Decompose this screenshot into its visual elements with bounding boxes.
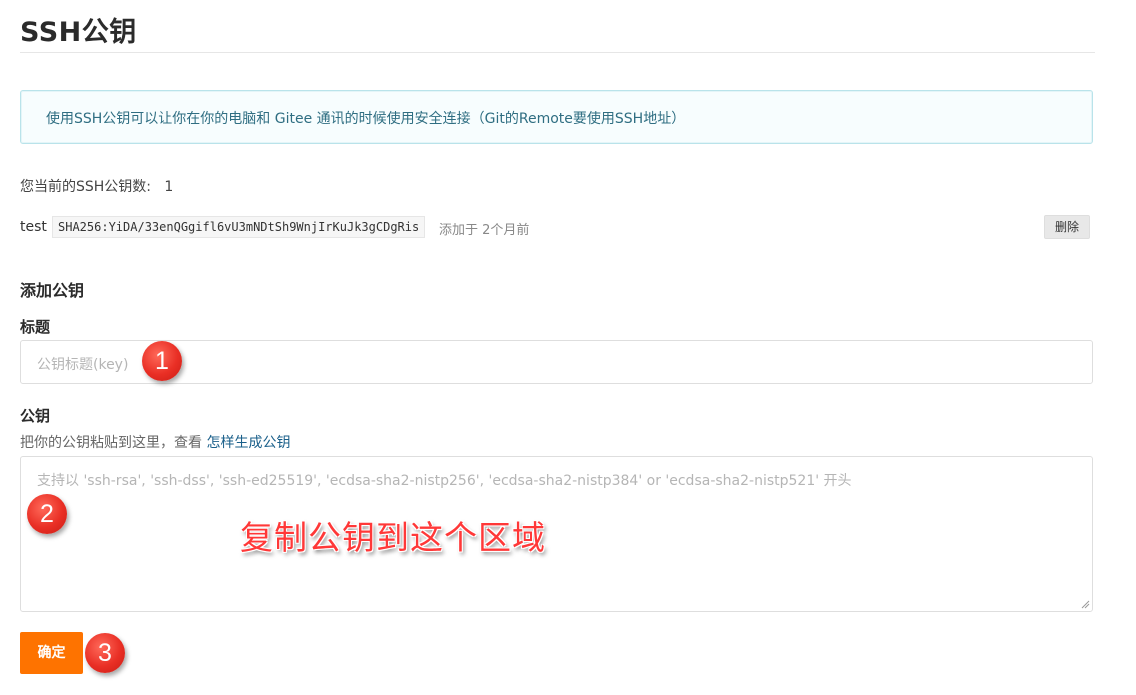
page-title: SSH公钥 (20, 17, 137, 48)
submit-button[interactable]: 确定 (20, 632, 83, 674)
key-name: test (20, 219, 47, 235)
step-badge-2: 2 (27, 494, 67, 534)
delete-key-button[interactable]: 删除 (1043, 215, 1090, 239)
info-banner: 使用SSH公钥可以让你在你的电脑和 Gitee 通讯的时候使用安全连接（Git的… (20, 90, 1093, 144)
key-list-item: test SHA256:YiDA/33enQGgifl6vU3mNDtSh9Wn… (20, 215, 1092, 240)
key-hint-text: 把你的公钥粘贴到这里，查看 (20, 435, 202, 451)
key-field-label: 公钥 (20, 407, 51, 425)
public-key-textarea[interactable]: 支持以 'ssh-rsa', 'ssh-dss', 'ssh-ed25519',… (20, 456, 1093, 612)
ssh-keys-page: SSH公钥 使用SSH公钥可以让你在你的电脑和 Gitee 通讯的时候使用安全连… (0, 0, 1136, 695)
how-to-generate-key-link[interactable]: 怎样生成公钥 (206, 435, 290, 451)
add-key-heading: 添加公钥 (20, 281, 85, 300)
title-field-label: 标题 (20, 318, 51, 336)
info-banner-text: 使用SSH公钥可以让你在你的电脑和 Gitee 通讯的时候使用安全连接（Git的… (46, 111, 686, 127)
key-count: 您当前的SSH公钥数: 1 (20, 176, 173, 196)
key-title-placeholder: 公钥标题(key) (37, 357, 129, 373)
public-key-placeholder: 支持以 'ssh-rsa', 'ssh-dss', 'ssh-ed25519',… (37, 473, 852, 489)
step-badge-1: 1 (142, 341, 182, 381)
key-added-time: 添加于 2个月前 (439, 223, 530, 238)
resize-grip-icon[interactable] (1080, 599, 1090, 609)
key-count-label: 您当前的SSH公钥数: (20, 179, 152, 195)
key-fingerprint: SHA256:YiDA/33enQGgifl6vU3mNDtSh9WnjIrKu… (52, 216, 426, 238)
key-field-hint: 把你的公钥粘贴到这里，查看 怎样生成公钥 (20, 432, 290, 452)
key-count-value: 1 (164, 179, 174, 195)
annotation-caption: 复制公钥到这个区域 (240, 518, 546, 557)
title-divider (20, 52, 1095, 53)
step-badge-3: 3 (85, 633, 125, 673)
